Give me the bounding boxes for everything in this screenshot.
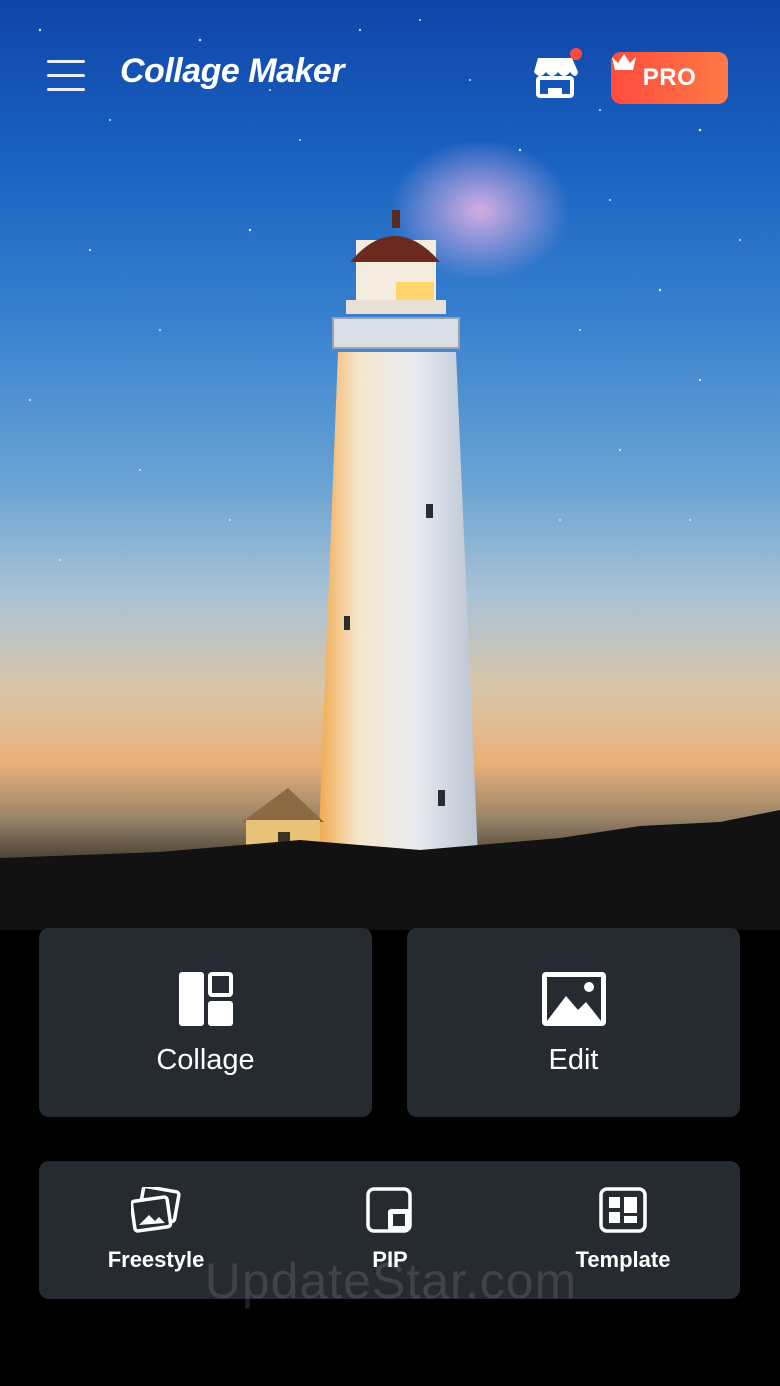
edit-button[interactable]: Edit [407,928,740,1117]
edit-label: Edit [548,1044,599,1076]
pro-label: PRO [642,64,697,91]
pro-upgrade-button[interactable]: PRO [611,52,728,104]
pip-icon [366,1187,412,1233]
top-app-bar: Collage Maker PRO [0,0,780,160]
template-grid-icon [599,1187,647,1233]
crown-icon [612,54,636,70]
store-button[interactable] [532,48,584,100]
hero-background-image: Collage Maker PRO [0,0,780,930]
collage-label: Collage [156,1044,255,1076]
freestyle-photos-icon [131,1187,181,1233]
watermark-text: UpdateStar.com [204,1253,578,1309]
collage-button[interactable]: Collage [39,928,372,1117]
collage-layout-icon [178,972,233,1026]
hamburger-menu-icon [47,60,85,63]
image-icon [541,972,606,1026]
app-title: Collage Maker [120,52,345,90]
menu-button[interactable] [44,58,90,94]
notification-dot [570,48,582,60]
